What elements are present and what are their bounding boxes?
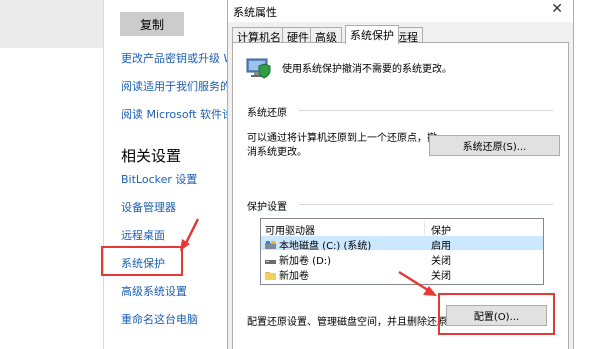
- left-background: [0, 0, 104, 349]
- restore-group-divider: [299, 110, 553, 111]
- system-drive-icon: [265, 241, 276, 249]
- settings-panel: 复制 更改产品密钥或升级 W 阅读适用于我们服务的 阅读 Microsoft 软…: [104, 0, 244, 349]
- configure-highlight: [438, 293, 555, 335]
- drive-row-c-name-cell: 本地磁盘 (C:) (系统): [265, 237, 371, 252]
- upgrade-key-link[interactable]: 更改产品密钥或升级 W: [121, 50, 234, 66]
- right-background: [575, 0, 600, 349]
- drive-name: 新加卷: [279, 271, 309, 282]
- drive-row-d-name-cell: 新加卷 (D:): [265, 252, 331, 267]
- column-divider: [424, 221, 425, 235]
- tab-system-protection[interactable]: 系统保护: [345, 25, 399, 44]
- protection-group-divider: [299, 204, 553, 205]
- drive-row-new-volume[interactable]: 新加卷 关闭: [261, 266, 543, 282]
- related-settings-heading: 相关设置: [121, 147, 182, 165]
- folder-icon: [265, 272, 276, 280]
- dialog-title: 系统属性: [233, 6, 277, 19]
- title-bar[interactable]: 系统属性 ✕: [228, 0, 573, 22]
- system-protection-highlight: [101, 246, 183, 276]
- computer-shield-icon: [246, 58, 271, 79]
- license-terms-link[interactable]: 阅读 Microsoft 软件许可: [121, 106, 244, 122]
- config-description: 配置还原设置、管理磁盘空间，并且删除还原点。: [247, 317, 467, 328]
- protection-group-title: 保护设置: [247, 202, 287, 213]
- tab-advanced[interactable]: 高级: [310, 27, 342, 44]
- drive-row-d[interactable]: 新加卷 (D:) 关闭: [261, 251, 543, 267]
- drive-icon: [265, 260, 276, 264]
- drive-list-header: 可用驱动器 保护: [261, 221, 543, 237]
- tab-computer-name[interactable]: 计算机名: [232, 27, 286, 44]
- drive-protection: 启用: [431, 241, 451, 252]
- drive-protection: 关闭: [431, 271, 451, 282]
- system-protection-panel: 使用系统保护撤消不需要的系统更改。 系统还原 可以通过将计算机还原到上一个还原点…: [232, 42, 569, 349]
- column-drives[interactable]: 可用驱动器: [265, 222, 315, 237]
- bitlocker-link[interactable]: BitLocker 设置: [121, 171, 197, 187]
- copy-button[interactable]: 复制: [120, 12, 184, 36]
- drive-protection: 关闭: [431, 256, 451, 267]
- system-properties-dialog: 系统属性 ✕ 计算机名 硬件 高级 系统保护 远程 使用系统保护撤消不需要的系统…: [227, 0, 574, 349]
- system-restore-button[interactable]: 系统还原(S)...: [429, 135, 560, 156]
- drive-row-new-volume-name-cell: 新加卷: [265, 267, 309, 282]
- advanced-system-settings-link[interactable]: 高级系统设置: [121, 283, 187, 299]
- close-icon[interactable]: ✕: [551, 1, 563, 17]
- intro-text: 使用系统保护撤消不需要的系统更改。: [282, 64, 452, 75]
- left-band: [0, 0, 103, 48]
- device-manager-link[interactable]: 设备管理器: [121, 199, 176, 215]
- restore-group-title: 系统还原: [247, 108, 287, 119]
- remote-desktop-link[interactable]: 远程桌面: [121, 227, 165, 243]
- restore-description: 可以通过将计算机还原到上一个还原点，撤消系统更改。: [247, 133, 437, 158]
- service-agreement-link[interactable]: 阅读适用于我们服务的: [121, 78, 231, 94]
- column-protection[interactable]: 保护: [431, 222, 451, 237]
- rename-pc-link[interactable]: 重命名这台电脑: [121, 311, 198, 327]
- drive-list[interactable]: 可用驱动器 保护 本地磁盘 (C:) (系统) 启用 新加卷 (D:) 关闭 新…: [260, 218, 544, 285]
- drive-row-c[interactable]: 本地磁盘 (C:) (系统) 启用: [261, 236, 543, 252]
